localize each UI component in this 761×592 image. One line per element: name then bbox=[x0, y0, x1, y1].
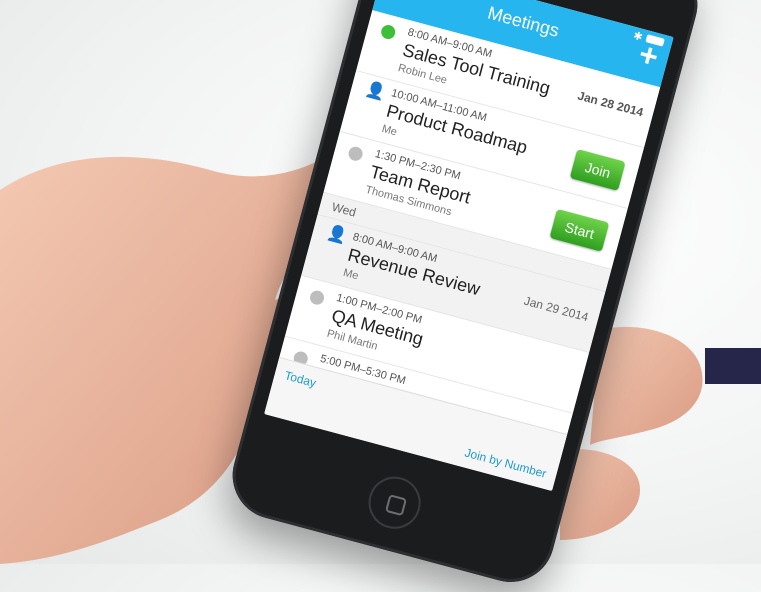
home-square-icon bbox=[384, 494, 408, 517]
status-dot-icon bbox=[347, 145, 365, 163]
today-button[interactable]: Today bbox=[283, 368, 318, 390]
join-button[interactable]: Join bbox=[569, 149, 626, 191]
meeting-host: Me bbox=[341, 266, 360, 283]
meeting-host: Me bbox=[380, 122, 399, 139]
home-button[interactable] bbox=[362, 470, 427, 535]
person-icon: 👤 bbox=[325, 224, 349, 246]
person-icon: 👤 bbox=[363, 80, 388, 103]
join-by-number-button[interactable]: Join by Number bbox=[463, 445, 548, 480]
date-header: Jan 29 2014 bbox=[522, 293, 590, 325]
date-header: Jan 28 2014 bbox=[576, 88, 645, 120]
day-label: Wed bbox=[330, 199, 358, 220]
status-dot-icon bbox=[379, 23, 397, 41]
start-button[interactable]: Start bbox=[549, 208, 610, 252]
status-dot-icon bbox=[308, 289, 326, 307]
